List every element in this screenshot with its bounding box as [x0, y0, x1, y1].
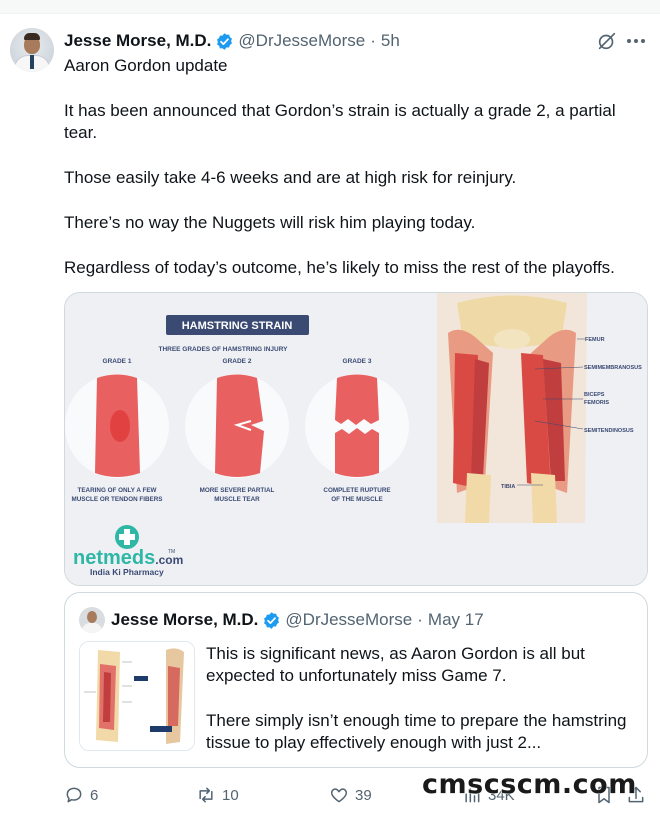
reply-icon [66, 787, 82, 803]
infographic-title: HAMSTRING STRAIN [182, 320, 293, 332]
quoted-paragraph: There simply isn’t enough time to prepar… [206, 711, 627, 752]
verified-badge-icon [217, 32, 233, 50]
tweet-paragraph: Aaron Gordon update [64, 56, 228, 75]
grade-1-caption: TEARING OF ONLY A FEW [78, 487, 157, 494]
repost-count: 10 [222, 786, 239, 804]
grade-1-label: GRADE 1 [103, 358, 132, 365]
grade-3-muscle-top [335, 374, 379, 425]
anatomy-label-femur: FEMUR [585, 337, 605, 343]
netmeds-tagline: India Ki Pharmacy [90, 567, 164, 577]
netmeds-tm: TM [168, 549, 175, 555]
infographic-subtitle: THREE GRADES OF HAMSTRING INJURY [158, 346, 288, 353]
anatomy-label-semimembranosus: SEMIMEMBRANOSUS [584, 365, 642, 371]
tweet-header: Jesse Morse, M.D. @DrJesseMorse · 5h [64, 30, 400, 52]
tweet-paragraph: It has been announced that Gordon’s stra… [64, 101, 616, 142]
separator-dot: · [370, 31, 376, 50]
grade-1-caption-2: MUSCLE OR TENDON FIBERS [72, 496, 163, 503]
tweet-paragraph: Regardless of today’s outcome, he’s like… [64, 258, 615, 277]
anatomy-label-semitendinosus: SEMITENDINOSUS [584, 428, 634, 434]
anatomy-label-tibia: TIBIA [501, 484, 515, 490]
grade-3-muscle-bottom [335, 428, 379, 477]
grok-icon[interactable] [596, 30, 618, 52]
reply-count: 6 [90, 786, 99, 804]
tweet-text: Aaron Gordon update It has been announce… [64, 55, 644, 279]
grade-2-caption-2: MUSCLE TEAR [214, 496, 260, 503]
quoted-tweet-date: May 17 [427, 610, 484, 629]
grade-3-caption: COMPLETE RUPTURE [323, 487, 390, 494]
anatomy-label-femoris: FEMORIS [584, 400, 609, 406]
quoted-media-thumbnail[interactable] [79, 641, 195, 751]
grade-2-caption: MORE SEVERE PARTIAL [200, 487, 275, 494]
anatomy-label-biceps: BICEPS [584, 392, 605, 398]
author-handle[interactable]: @DrJesseMorse [238, 31, 365, 51]
tweet-paragraph: Those easily take 4-6 weeks and are at h… [64, 168, 517, 187]
grade-3-caption-2: OF THE MUSCLE [331, 496, 382, 503]
top-divider [0, 0, 660, 14]
like-button[interactable]: 39 [329, 782, 372, 808]
author-name[interactable]: Jesse Morse, M.D. [64, 31, 211, 51]
grade-3-label: GRADE 3 [343, 358, 372, 365]
like-icon [330, 788, 348, 803]
quoted-tweet-text: This is significant news, as Aaron Gordo… [206, 643, 636, 754]
tweet-paragraph: There’s no way the Nuggets will risk him… [64, 213, 476, 232]
repost-icon [199, 787, 213, 803]
quoted-tweet-header: Jesse Morse, M.D. @DrJesseMorse · May 17 [111, 610, 484, 630]
separator-dot: · [417, 610, 423, 629]
verified-badge-icon [264, 611, 280, 629]
reply-button[interactable]: 6 [64, 782, 98, 808]
quoted-author-handle: @DrJesseMorse [285, 610, 413, 629]
like-count: 39 [355, 786, 372, 804]
repost-button[interactable]: 10 [196, 782, 239, 808]
tweet-time[interactable]: 5h [381, 31, 400, 51]
tweet-media-image[interactable]: HAMSTRING STRAIN THREE GRADES OF HAMSTRI… [64, 292, 648, 586]
quoted-author-name: Jesse Morse, M.D. [111, 610, 259, 629]
quoted-tweet[interactable]: Jesse Morse, M.D. @DrJesseMorse · May 17… [64, 592, 648, 768]
quoted-author-avatar [79, 607, 105, 633]
more-icon[interactable] [624, 30, 648, 52]
author-avatar[interactable] [10, 28, 54, 72]
quoted-paragraph: This is significant news, as Aaron Gordo… [206, 644, 585, 685]
grade-2-label: GRADE 2 [223, 358, 252, 365]
watermark-text: cmscscm.com [422, 769, 637, 801]
netmeds-logo-icon [115, 525, 139, 549]
